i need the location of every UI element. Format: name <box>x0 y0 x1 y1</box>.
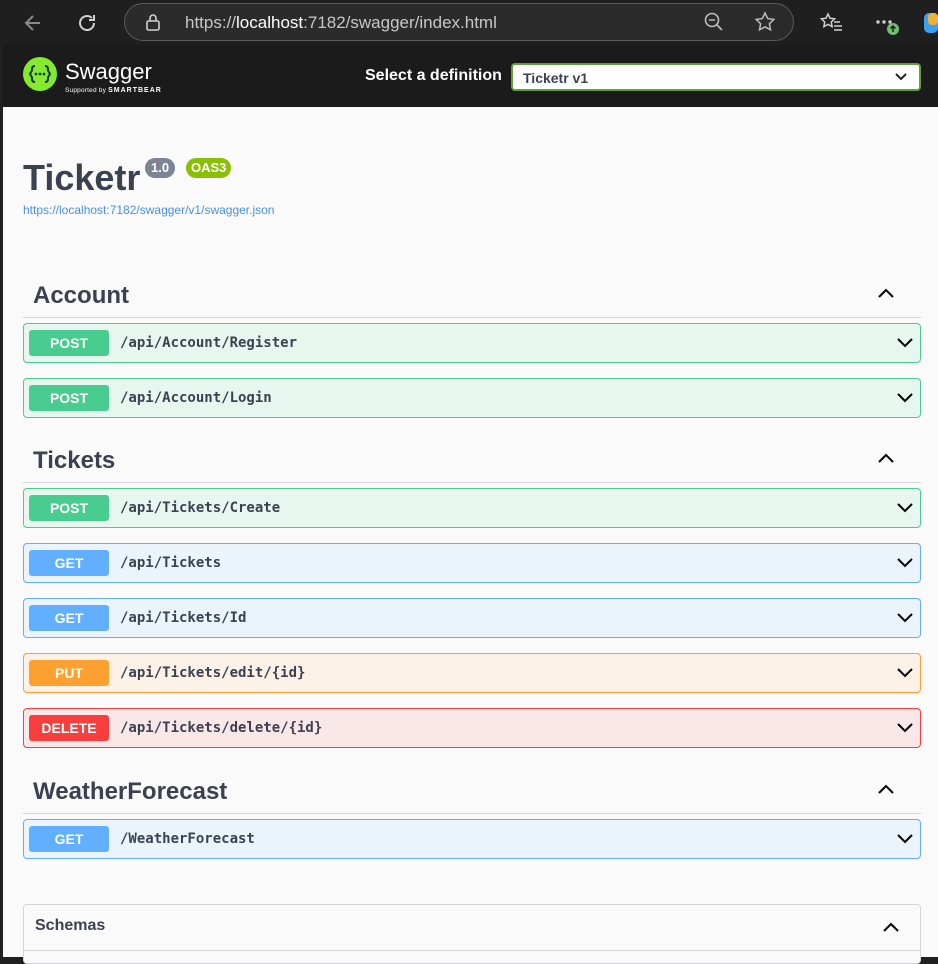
method-badge: GET <box>29 605 109 631</box>
operation-path: /api/Tickets/Create <box>120 500 281 516</box>
chevron-up-icon[interactable] <box>877 783 895 795</box>
tag-account[interactable]: Account <box>23 272 921 318</box>
method-badge: GET <box>29 550 109 576</box>
oas-badge: OAS3 <box>186 158 232 178</box>
operation-put-edit[interactable]: PUT /api/Tickets/edit/{id} <box>23 653 921 693</box>
tag-weatherforecast[interactable]: WeatherForecast <box>23 768 921 814</box>
operation-post-login[interactable]: POST /api/Account/Login <box>23 378 921 418</box>
operation-post-create[interactable]: POST /api/Tickets/Create <box>23 488 921 528</box>
refresh-icon[interactable] <box>72 8 102 38</box>
chevron-up-icon[interactable] <box>877 287 895 299</box>
chevron-down-icon[interactable] <box>896 667 914 679</box>
definition-value: Ticketr v1 <box>523 70 589 86</box>
tag-name: WeatherForecast <box>33 778 228 805</box>
operation-path: /api/Tickets/Id <box>120 610 247 626</box>
tag-tickets[interactable]: Tickets <box>23 437 921 483</box>
tag-name: Account <box>33 282 129 309</box>
copilot-icon[interactable] <box>922 10 938 36</box>
operation-path: /api/Account/Login <box>120 390 272 406</box>
swagger-topbar: Swagger Supported by SMARTBEAR Select a … <box>3 45 938 107</box>
chevron-down-icon[interactable] <box>896 337 914 349</box>
definition-select[interactable]: Ticketr v1 <box>511 63 921 91</box>
address-url: https://localhost:7182/swagger/index.htm… <box>185 13 497 32</box>
swagger-brand: Swagger <box>65 59 152 84</box>
operation-get-weather[interactable]: GET /WeatherForecast <box>23 819 921 859</box>
schemas-label: Schemas <box>35 917 106 934</box>
operation-post-register[interactable]: POST /api/Account/Register <box>23 323 921 363</box>
operation-path: /api/Tickets/delete/{id} <box>120 720 323 736</box>
chevron-down-icon[interactable] <box>896 722 914 734</box>
chevron-down-icon <box>895 73 907 81</box>
operation-get-tickets[interactable]: GET /api/Tickets <box>23 543 921 583</box>
chevron-down-icon[interactable] <box>896 557 914 569</box>
tag-name: Tickets <box>33 447 116 474</box>
schemas-divider <box>24 950 920 951</box>
swagger-logo-icon[interactable] <box>22 56 58 92</box>
favorite-star-icon[interactable] <box>753 10 777 34</box>
method-badge: POST <box>29 385 109 411</box>
method-badge: DELETE <box>29 715 109 741</box>
zoom-out-icon[interactable] <box>703 11 725 33</box>
chevron-up-icon[interactable] <box>882 921 900 933</box>
favorites-list-icon[interactable] <box>818 10 844 36</box>
method-badge: POST <box>29 330 109 356</box>
chevron-down-icon[interactable] <box>896 502 914 514</box>
operation-get-ticket-id[interactable]: GET /api/Tickets/Id <box>23 598 921 638</box>
address-bar[interactable]: https://localhost:7182/swagger/index.htm… <box>124 3 794 41</box>
version-badge: 1.0 <box>145 158 176 178</box>
chevron-up-icon[interactable] <box>877 452 895 464</box>
operation-path: /api/Tickets/edit/{id} <box>120 665 306 681</box>
more-options-icon[interactable] <box>873 10 899 36</box>
browser-toolbar: https://localhost:7182/swagger/index.htm… <box>0 0 938 45</box>
schemas-section[interactable]: Schemas <box>23 904 921 964</box>
chevron-down-icon[interactable] <box>896 612 914 624</box>
method-badge: GET <box>29 826 109 852</box>
spec-url-link[interactable]: https://localhost:7182/swagger/v1/swagge… <box>23 203 274 217</box>
api-title: Ticketr <box>23 157 141 198</box>
operation-path: /api/Account/Register <box>120 335 298 351</box>
operation-path: /api/Tickets <box>120 555 222 571</box>
method-badge: POST <box>29 495 109 521</box>
chevron-down-icon[interactable] <box>896 392 914 404</box>
lock-icon <box>146 14 160 31</box>
operation-path: /WeatherForecast <box>120 831 255 847</box>
definition-label: Select a definition <box>365 67 502 84</box>
brand-subtitle: Supported by SMARTBEAR <box>65 87 162 94</box>
method-badge: PUT <box>29 660 109 686</box>
operation-delete[interactable]: DELETE /api/Tickets/delete/{id} <box>23 708 921 748</box>
back-arrow-icon[interactable] <box>18 8 48 38</box>
swagger-main: Ticketr 1.0 OAS3 https://localhost:7182/… <box>3 107 938 964</box>
chevron-down-icon[interactable] <box>896 833 914 845</box>
